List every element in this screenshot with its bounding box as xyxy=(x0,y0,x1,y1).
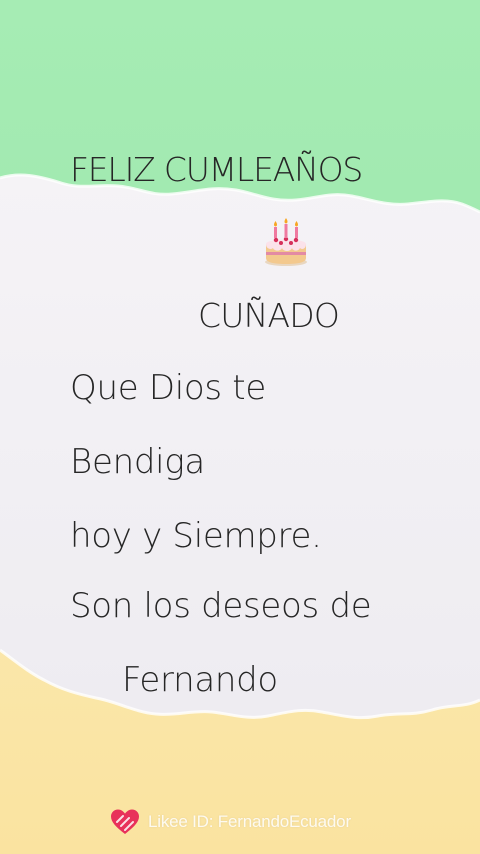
birthday-cake-icon xyxy=(262,218,310,268)
torn-paper-background xyxy=(0,0,480,854)
card-subtitle: CUÑADO xyxy=(198,296,340,335)
message-line: Bendiga xyxy=(70,442,205,482)
message-line: hoy y Siempre. xyxy=(70,516,322,556)
message-line: Son los deseos de xyxy=(70,586,372,626)
watermark-text: Likee ID: FernandoEcuador xyxy=(148,812,351,831)
card-title: FELIZ CUMLEAÑOS xyxy=(70,150,363,189)
likee-heart-icon xyxy=(111,809,139,834)
message-signature: Fernando xyxy=(122,660,278,700)
background xyxy=(0,0,480,854)
likee-watermark: Likee ID: FernandoEcuador xyxy=(110,808,351,836)
message-line: Que Dios te xyxy=(70,368,266,408)
